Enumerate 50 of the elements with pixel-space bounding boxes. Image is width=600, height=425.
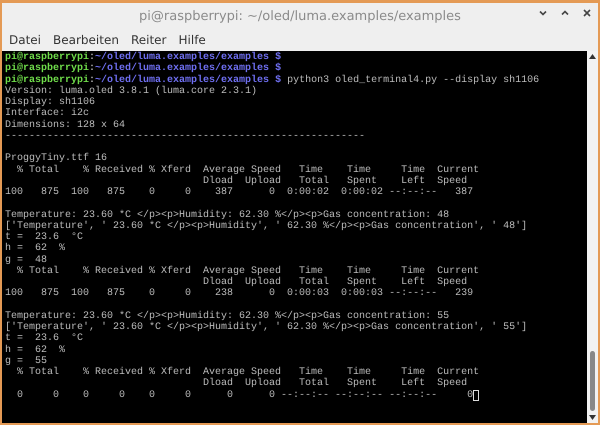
prompt-path: ~/oled/luma.examples/examples bbox=[95, 74, 270, 86]
menu-item[interactable]: Bearbeiten bbox=[49, 33, 123, 47]
prompt-separator: : bbox=[89, 52, 96, 64]
output-line: Temperature: 23.60 *C </p><p>Humidity: 62.30 %</p><p>Gas concentration: 55 bbox=[5, 310, 450, 322]
prompt-symbol: $ bbox=[275, 74, 282, 86]
maximize-icon[interactable] bbox=[560, 8, 570, 18]
prompt-user: pi@raspberrypi bbox=[5, 52, 90, 63]
output-line: Interface: i2c bbox=[5, 108, 90, 120]
output-line: 100 875 100 875 0 0 238 0 0:00:03 0:00:03 --:--:-- 239 bbox=[5, 288, 474, 300]
output-line: ['Temperature', ' 23.60 *C </p><p>Humidity', ' 62.30 %</p><p>Gas concentration', ' 48'] bbox=[5, 220, 528, 232]
menu-item[interactable]: Reiter bbox=[126, 33, 170, 47]
menu-item[interactable]: Datei bbox=[5, 33, 46, 47]
output-line: ProggyTiny.ttf 16 bbox=[5, 153, 108, 164]
output-line: ------------------------------------------------------------ bbox=[5, 130, 366, 142]
scroll-down-icon[interactable] bbox=[589, 415, 596, 420]
output-line: 0 0 0 0 0 0 0 0 --:--:-- --:--:-- --:--:-- 0 bbox=[16, 390, 474, 401]
scroll-up-icon[interactable] bbox=[589, 54, 596, 59]
close-icon[interactable] bbox=[582, 8, 592, 18]
output-line: h = 62 % bbox=[5, 243, 66, 254]
output-line: Temperature: 23.60 *C </p><p>Humidity: 62.30 %</p><p>Gas concentration: 48 bbox=[5, 210, 450, 220]
output-line: % Total % Received % Xferd Average Speed Time Time Time Current bbox=[16, 164, 480, 176]
prompt-user: pi@raspberrypi bbox=[5, 74, 90, 86]
output-line: Dload Upload Total Spent Left Speed bbox=[202, 176, 468, 187]
output-line: t = 23.6 °C bbox=[5, 232, 84, 243]
output-line: Display: sh1106 bbox=[5, 97, 96, 108]
output-line: Dload Upload Total Spent Left Speed bbox=[202, 277, 468, 288]
output-line: g = 48 bbox=[5, 254, 48, 266]
output-line: Dload Upload Total Spent Left Speed bbox=[202, 378, 468, 390]
prompt-separator: : bbox=[89, 74, 96, 86]
output-line: 100 875 100 875 0 0 387 0 0:00:02 0:00:02 --:--:-- 387 bbox=[5, 187, 474, 198]
minimize-icon[interactable] bbox=[538, 8, 548, 18]
output-line: % Total % Received % Xferd Average Speed Time Time Time Current bbox=[16, 266, 480, 277]
scrollbar[interactable] bbox=[587, 51, 598, 423]
output-line: t = 23.6 °C bbox=[5, 333, 84, 344]
output-line: h = 62 % bbox=[5, 344, 66, 356]
menu-item[interactable]: Hilfe bbox=[174, 33, 210, 47]
prompt-path: ~/oled/luma.examples/examples bbox=[95, 63, 270, 74]
output-line: % Total % Received % Xferd Average Speed Time Time Time Current bbox=[16, 367, 480, 378]
prompt-symbol: $ bbox=[275, 63, 282, 74]
prompt-path: ~/oled/luma.examples/examples bbox=[95, 52, 270, 63]
prompt-symbol: $ bbox=[275, 52, 282, 63]
scrollbar-thumb[interactable] bbox=[590, 351, 595, 411]
output-line: ['Temperature', ' 23.60 *C </p><p>Humidity', ' 62.30 %</p><p>Gas concentration', ' 55'] bbox=[5, 322, 528, 333]
prompt-user: pi@raspberrypi bbox=[5, 63, 90, 74]
output-line: Dimensions: 128 x 64 bbox=[5, 120, 126, 131]
output-line: g = 55 bbox=[5, 356, 48, 367]
output-line: Version: luma.oled 3.8.1 (luma.core 2.3.1) bbox=[5, 86, 258, 97]
prompt-separator: : bbox=[89, 63, 96, 74]
command-text: python3 oled_terminal4.py --display sh1106 bbox=[287, 74, 540, 86]
window-title: pi@raspberrypi: ~/oled/luma.examples/examples bbox=[139, 8, 461, 24]
